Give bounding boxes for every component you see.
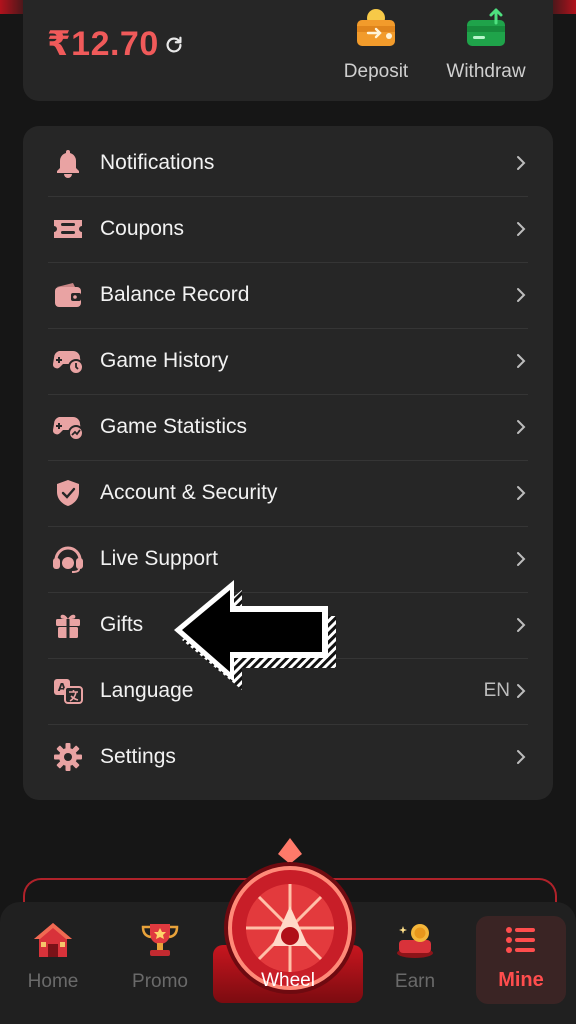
tab-earn[interactable]: Earn [365, 920, 465, 993]
headset-icon [50, 541, 86, 577]
chevron-right-icon [517, 222, 526, 236]
withdraw-button[interactable]: Withdraw [436, 6, 536, 83]
language-value: EN [483, 680, 510, 701]
tab-home[interactable]: Home [3, 920, 103, 993]
menu-item-coupons[interactable]: Coupons [48, 196, 528, 263]
menu-item-label: Settings [100, 745, 176, 768]
gamepad-clock-icon [50, 343, 86, 379]
home-icon [34, 923, 72, 957]
gear-icon [50, 739, 86, 775]
menu-item-game-history[interactable]: Game History [48, 328, 528, 395]
tab-label: Promo [132, 971, 188, 992]
tab-promo[interactable]: Promo [110, 920, 210, 993]
menu-item-label: Live Support [100, 547, 218, 570]
ticket-icon [50, 211, 86, 247]
wallet-icon [50, 277, 86, 313]
balance-card: ₹12.70 Deposit Withdraw [23, 0, 553, 101]
chevron-right-icon [517, 486, 526, 500]
shield-icon [50, 475, 86, 511]
bell-icon [50, 145, 86, 181]
deposit-icon [357, 9, 395, 46]
chevron-right-icon [517, 354, 526, 368]
menu-item-label: Game Statistics [100, 415, 248, 438]
gamepad-chart-icon [50, 409, 86, 445]
coin-gift-icon [397, 924, 433, 958]
menu-item-label: Account & Security [100, 481, 278, 504]
pointer-arrow-icon [174, 580, 336, 690]
withdraw-icon [467, 8, 505, 46]
balance-amount: ₹12.70 [47, 25, 159, 63]
chevron-right-icon [517, 618, 526, 632]
tab-label: Earn [394, 971, 436, 992]
chevron-right-icon [517, 156, 526, 170]
trophy-icon [141, 924, 179, 956]
translate-icon: A [50, 673, 86, 709]
tab-label: Home [27, 971, 79, 992]
menu-item-settings[interactable]: Settings [48, 724, 528, 790]
menu-item-label: Balance Record [100, 283, 250, 306]
list-menu-icon [506, 927, 535, 953]
deposit-label: Deposit [343, 61, 409, 82]
chevron-right-icon [517, 552, 526, 566]
tab-label: Mine [498, 969, 544, 991]
menu-item-label: Game History [100, 349, 229, 372]
menu-card: Notifications Coupons Balance Record Gam… [23, 126, 553, 800]
refresh-icon[interactable] [163, 34, 185, 56]
withdraw-label: Withdraw [446, 61, 526, 82]
menu-item-notifications[interactable]: Notifications [48, 130, 528, 197]
tab-wheel-label[interactable]: Wheel [213, 970, 363, 992]
chevron-right-icon [517, 288, 526, 302]
menu-item-label: Notifications [100, 151, 215, 174]
menu-item-label: Gifts [100, 613, 144, 636]
menu-item-account-security[interactable]: Account & Security [48, 460, 528, 527]
gift-icon [50, 607, 86, 643]
chevron-right-icon [517, 420, 526, 434]
menu-item-label: Coupons [100, 217, 185, 240]
deposit-button[interactable]: Deposit [326, 6, 426, 83]
tab-mine[interactable]: Mine [476, 916, 566, 1004]
menu-item-game-statistics[interactable]: Game Statistics [48, 394, 528, 461]
chevron-right-icon [517, 684, 526, 698]
chevron-right-icon [517, 750, 526, 764]
menu-item-balance-record[interactable]: Balance Record [48, 262, 528, 329]
